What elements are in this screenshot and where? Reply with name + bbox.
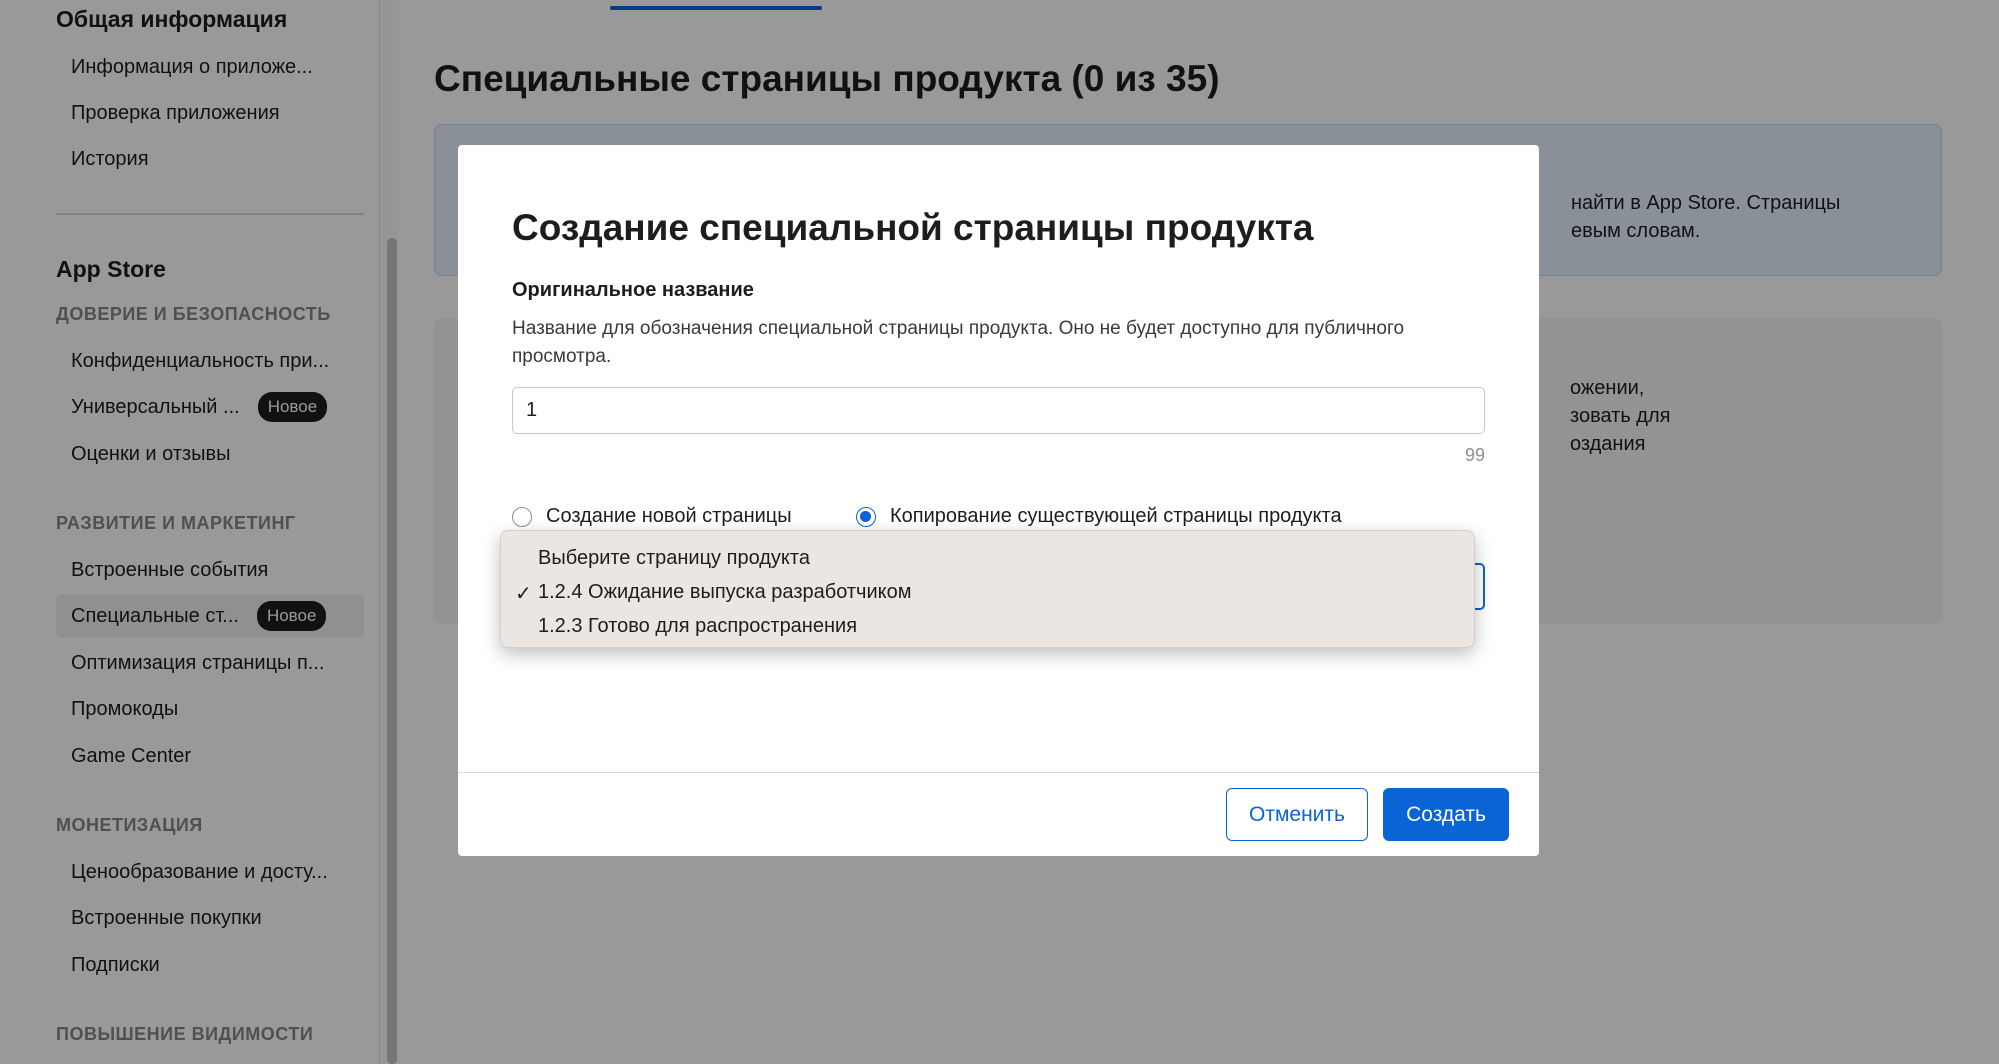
cancel-button[interactable]: Отменить: [1226, 788, 1368, 841]
dropdown-option-label: 1.2.3 Готово для распространения: [538, 614, 858, 637]
radio-button-copy-page[interactable]: [856, 506, 876, 527]
create-custom-page-dialog: Создание специальной страницы продукта О…: [458, 145, 1539, 856]
dropdown-option-1-2-4[interactable]: ✓ 1.2.4 Ожидание выпуска разработчиком: [501, 575, 1474, 609]
dialog-title: Создание специальной страницы продукта: [512, 207, 1314, 248]
original-name-description: Название для обозначения специальной стр…: [512, 318, 1405, 367]
original-name-input[interactable]: [512, 387, 1485, 434]
radio-label-new-page: Создание новой страницы: [546, 505, 792, 527]
radio-option-new-page[interactable]: Создание новой страницы: [512, 505, 792, 528]
product-page-dropdown-menu: Выберите страницу продукта ✓ 1.2.4 Ожида…: [500, 530, 1475, 648]
original-name-label: Оригинальное название: [512, 279, 754, 301]
char-count: 99: [1464, 445, 1485, 465]
radio-option-copy-page[interactable]: Копирование существующей страницы продук…: [856, 505, 1342, 528]
dropdown-option-label: 1.2.4 Ожидание выпуска разработчиком: [538, 580, 912, 603]
dropdown-option-1-2-3[interactable]: 1.2.3 Готово для распространения: [501, 609, 1474, 643]
radio-button-new-page[interactable]: [512, 506, 532, 527]
checkmark-icon: ✓: [515, 583, 532, 605]
dialog-footer: Отменить Создать: [458, 772, 1539, 856]
dropdown-option-placeholder[interactable]: Выберите страницу продукта: [501, 541, 1474, 575]
create-button[interactable]: Создать: [1383, 788, 1509, 841]
dropdown-option-label: Выберите страницу продукта: [538, 546, 810, 569]
radio-label-copy-page: Копирование существующей страницы продук…: [890, 505, 1342, 527]
